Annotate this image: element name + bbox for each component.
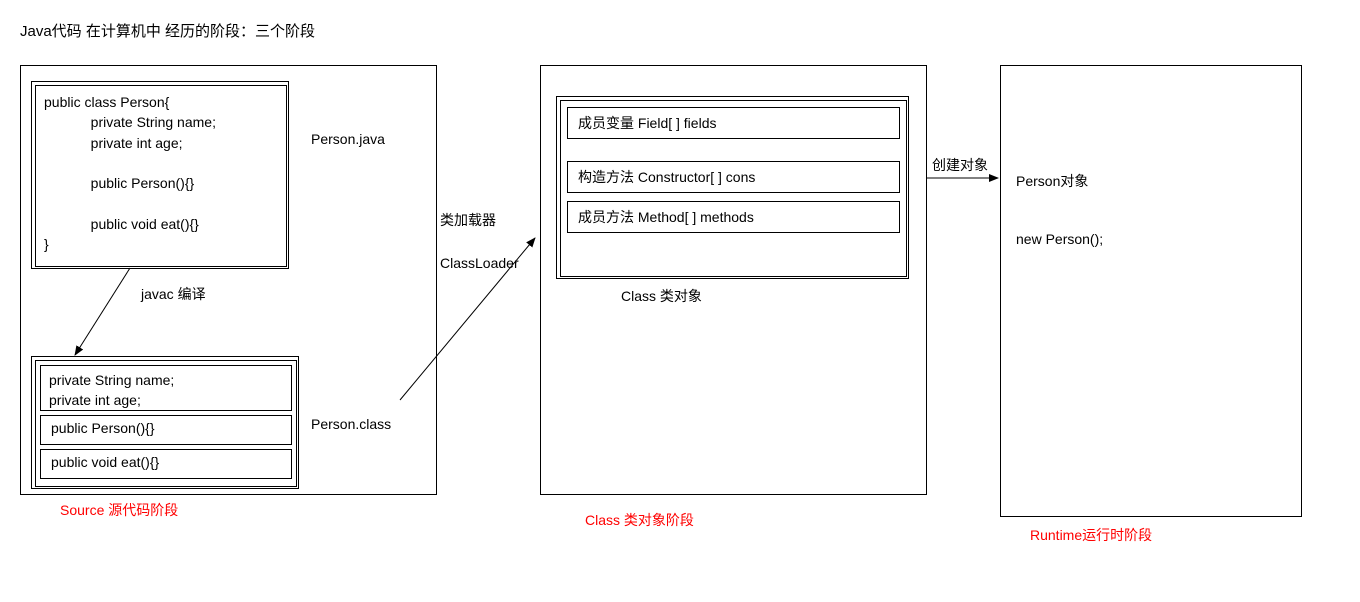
class-stage-box: 成员变量 Field[ ] fields 构造方法 Constructor[ ]… — [540, 65, 927, 495]
source-stage-label: Source 源代码阶段 — [60, 500, 178, 520]
create-object-label: 创建对象 — [932, 155, 988, 175]
java-code: public class Person{ private String name… — [36, 86, 286, 260]
java-filename-label: Person.java — [311, 131, 385, 147]
class-object-box-outer: 成员变量 Field[ ] fields 构造方法 Constructor[ ]… — [556, 96, 909, 279]
java-code-box-inner: public class Person{ private String name… — [35, 85, 287, 267]
classloader-label-en: ClassLoader — [440, 255, 519, 271]
javac-compile-label: javac 编译 — [141, 284, 206, 304]
methods-row-box: 成员方法 Method[ ] methods — [567, 201, 900, 233]
java-code-box-outer: public class Person{ private String name… — [31, 81, 289, 269]
class-stage-label: Class 类对象阶段 — [585, 510, 694, 530]
methods-row-label: 成员方法 Method[ ] methods — [568, 202, 899, 232]
source-stage-box: public class Person{ private String name… — [20, 65, 437, 495]
runtime-stage-label: Runtime运行时阶段 — [1030, 525, 1152, 545]
class-file-fields-box: private String name; private int age; — [40, 365, 292, 411]
class-object-label: Class 类对象 — [621, 286, 702, 306]
class-file-method: public void eat(){} — [41, 450, 291, 474]
new-person-expr: new Person(); — [1016, 231, 1103, 247]
class-filename-label: Person.class — [311, 416, 391, 432]
class-file-constructor: public Person(){} — [41, 416, 291, 440]
class-file-fields: private String name; private int age; — [41, 366, 291, 415]
fields-row-box: 成员变量 Field[ ] fields — [567, 107, 900, 139]
class-file-box-outer: private String name; private int age; pu… — [31, 356, 299, 489]
class-file-constructor-box: public Person(){} — [40, 415, 292, 445]
class-file-method-box: public void eat(){} — [40, 449, 292, 479]
constructor-row-box: 构造方法 Constructor[ ] cons — [567, 161, 900, 193]
page-title: Java代码 在计算机中 经历的阶段：三个阶段 — [20, 20, 315, 41]
classloader-label-cn: 类加载器 — [440, 210, 496, 230]
class-object-box-inner: 成员变量 Field[ ] fields 构造方法 Constructor[ ]… — [560, 100, 907, 277]
fields-row-label: 成员变量 Field[ ] fields — [568, 108, 899, 138]
runtime-stage-box: Person对象 new Person(); — [1000, 65, 1302, 517]
constructor-row-label: 构造方法 Constructor[ ] cons — [568, 162, 899, 192]
class-file-box-inner: private String name; private int age; pu… — [35, 360, 297, 487]
person-object-label: Person对象 — [1016, 171, 1088, 191]
